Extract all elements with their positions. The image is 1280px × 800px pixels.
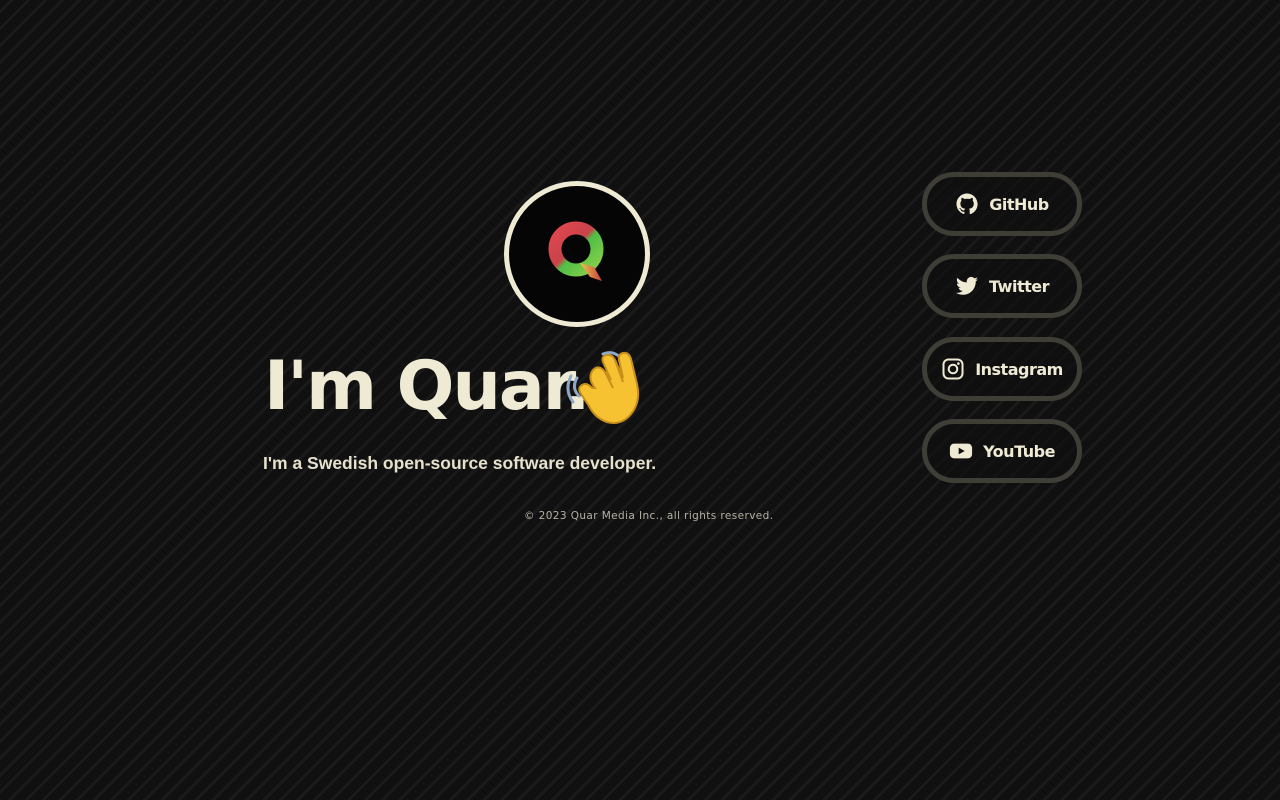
- instagram-label: Instagram: [975, 359, 1063, 379]
- page-title: I'm Quar.: [264, 347, 590, 426]
- twitter-label: Twitter: [989, 276, 1049, 296]
- github-label: GitHub: [989, 194, 1049, 214]
- youtube-label: YouTube: [983, 441, 1055, 461]
- github-icon: [955, 192, 979, 216]
- github-button[interactable]: GitHub: [922, 172, 1082, 236]
- copyright-text: © 2023 Quar Media Inc., all rights reser…: [524, 510, 774, 522]
- tagline: I'm a Swedish open-source software devel…: [263, 453, 657, 473]
- twitter-button[interactable]: Twitter: [922, 254, 1082, 318]
- q-logo-icon: [548, 221, 604, 281]
- twitter-icon: [955, 274, 979, 298]
- avatar: [504, 181, 650, 327]
- youtube-icon: [949, 439, 973, 463]
- instagram-icon: [941, 357, 965, 381]
- waving-hand-icon: [565, 348, 649, 428]
- instagram-button[interactable]: Instagram: [922, 337, 1082, 401]
- youtube-button[interactable]: YouTube: [922, 419, 1082, 483]
